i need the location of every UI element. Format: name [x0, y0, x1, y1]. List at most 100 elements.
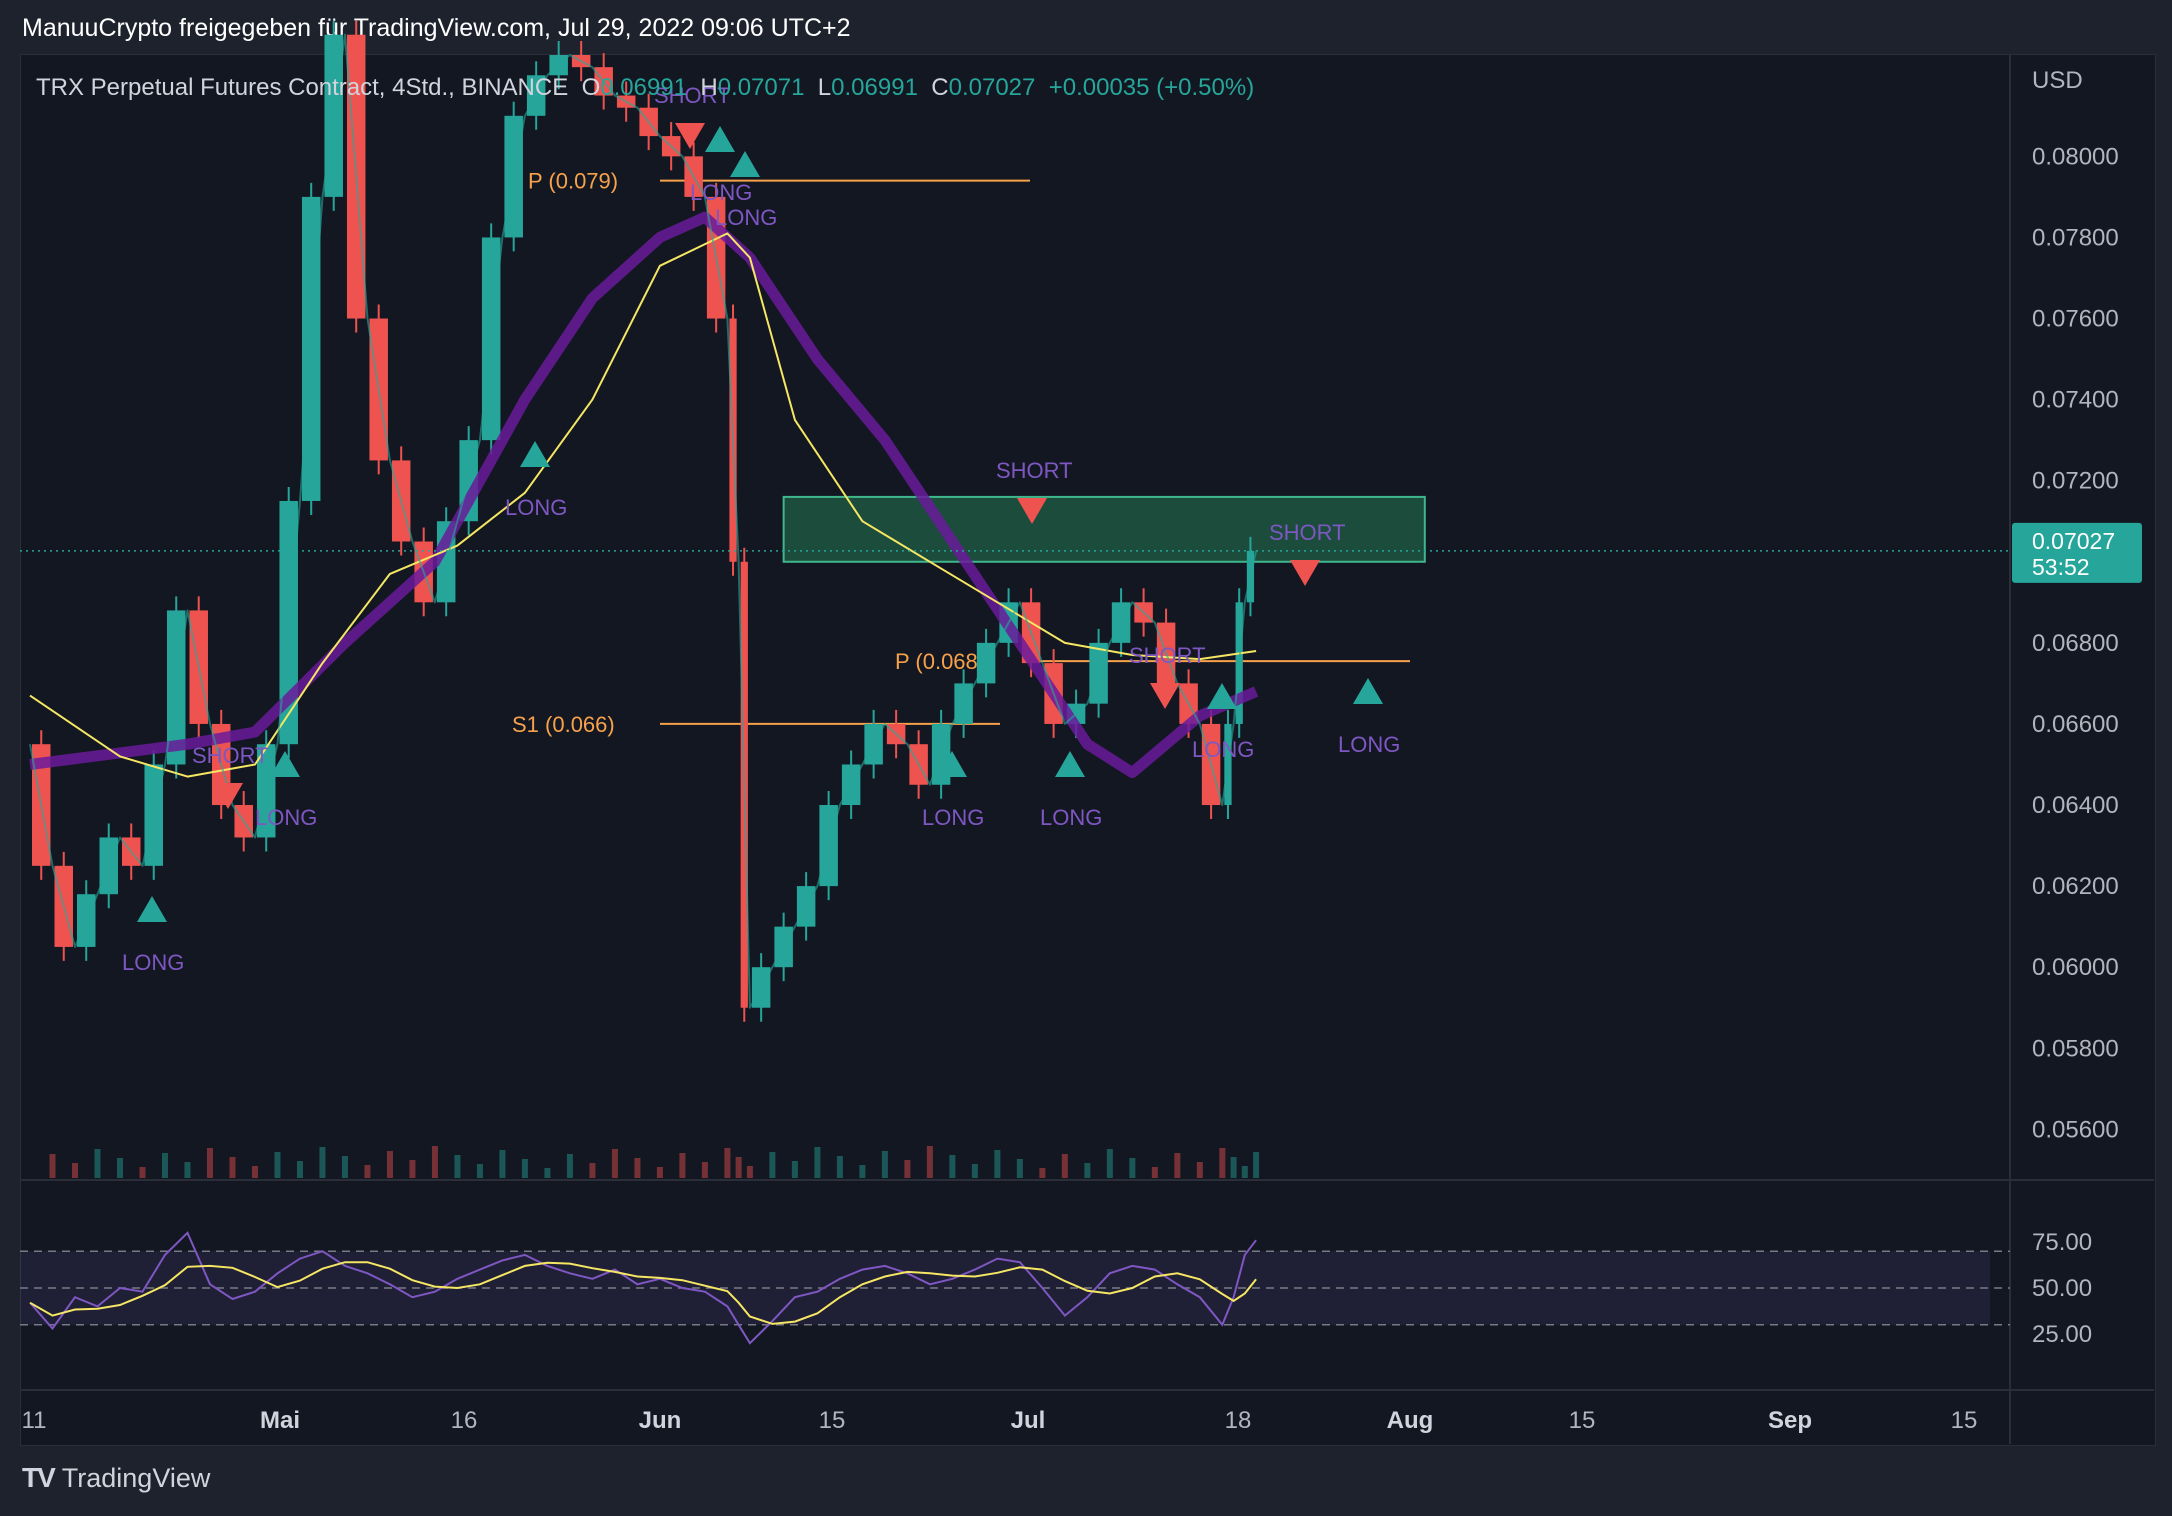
- volume-bar: [1084, 1163, 1091, 1178]
- long-signal-label: LONG: [1192, 737, 1254, 762]
- brand-name: TradingView: [61, 1462, 211, 1493]
- volume-bar: [94, 1149, 101, 1178]
- time-tick-label: Aug: [1387, 1407, 1434, 1434]
- high-label: H: [700, 74, 718, 101]
- time-tick-label: 16: [451, 1407, 478, 1434]
- long-signal-label: LONG: [1338, 732, 1400, 757]
- volume-bar: [1106, 1149, 1113, 1178]
- volume-bar: [1151, 1167, 1158, 1178]
- long-signal-label: LONG: [255, 805, 317, 830]
- low-value: 0.06991: [831, 74, 918, 101]
- symbol-name: TRX Perpetual Futures Contract, 4Std., B…: [36, 74, 569, 101]
- long-signal-label: LONG: [690, 180, 752, 205]
- volume-bar: [454, 1155, 461, 1178]
- volume-bar: [679, 1153, 686, 1178]
- time-tick-label: Mai: [260, 1407, 300, 1434]
- pivot-label: P (0.079): [528, 169, 618, 194]
- long-signal-label: LONG: [715, 205, 777, 230]
- long-signal-triangle-icon: [520, 441, 550, 467]
- long-signal-triangle-icon: [1353, 678, 1383, 704]
- volume-bar: [634, 1158, 641, 1178]
- open-label: O: [581, 74, 601, 101]
- volume-bar: [274, 1152, 281, 1178]
- time-tick-label: 15: [819, 1407, 846, 1434]
- short-signal-label: SHORT: [1129, 643, 1206, 668]
- volume-bar: [499, 1150, 506, 1178]
- volume-bar: [814, 1147, 821, 1178]
- short-signal-label: SHORT: [996, 458, 1073, 483]
- time-tick-label: Sep: [1768, 1407, 1812, 1434]
- price-tick-label: 0.08000: [2032, 143, 2119, 170]
- short-signal-triangle-icon: [1150, 683, 1180, 709]
- volume-bar: [544, 1168, 551, 1178]
- volume-bar: [1230, 1157, 1237, 1178]
- volume-bar: [836, 1156, 843, 1178]
- volume-bar: [949, 1155, 956, 1178]
- volume-bar: [431, 1146, 438, 1178]
- volume-bar: [364, 1165, 371, 1178]
- volume-bar: [1016, 1159, 1023, 1178]
- volume-bar: [859, 1165, 866, 1178]
- volume-bar: [229, 1157, 236, 1178]
- symbol-legend: TRX Perpetual Futures Contract, 4Std., B…: [36, 74, 1254, 102]
- price-tick-label: 0.07200: [2032, 468, 2119, 495]
- price-tick-label: 0.05600: [2032, 1116, 2119, 1143]
- volume-bar: [1174, 1153, 1181, 1178]
- close-value: 0.07027: [948, 74, 1036, 101]
- volume-bar: [139, 1167, 146, 1178]
- volume-bar: [746, 1166, 753, 1178]
- volume-bar: [251, 1166, 258, 1178]
- price-axis-currency: USD: [2032, 67, 2083, 94]
- rsi-tick-label: 50.00: [2032, 1275, 2092, 1302]
- volume-bar: [1061, 1154, 1068, 1178]
- tradingview-brand[interactable]: TV TradingView: [22, 1462, 210, 1494]
- price-tick-label: 0.06800: [2032, 630, 2119, 657]
- time-tick-label: 18: [1225, 1407, 1252, 1434]
- pivot-label: P (0.068): [895, 649, 985, 674]
- long-signal-triangle-icon: [137, 896, 167, 922]
- chart-svg[interactable]: P (0.079)P (0.068)S1 (0.066) LONGSHORTLO…: [0, 0, 2172, 1516]
- volume-bar: [881, 1151, 888, 1178]
- rsi-tick-label: 25.00: [2032, 1321, 2092, 1348]
- volume-bar: [971, 1164, 978, 1178]
- price-tick-label: 0.07800: [2032, 224, 2119, 251]
- long-signal-triangle-icon: [705, 126, 735, 152]
- time-tick-label: Jun: [639, 1407, 682, 1434]
- volume-bar: [341, 1156, 348, 1178]
- volume-bar: [296, 1161, 303, 1178]
- volume-bar: [319, 1147, 326, 1178]
- tradingview-logo-icon: TV: [22, 1462, 56, 1493]
- time-tick-label: 15: [1951, 1407, 1978, 1434]
- volume-bar: [701, 1162, 708, 1178]
- volume-bar: [161, 1153, 168, 1178]
- volume-bar: [735, 1157, 742, 1178]
- short-signal-label: SHORT: [192, 743, 269, 768]
- volume-bar: [386, 1151, 393, 1178]
- volume-bar: [566, 1154, 573, 1178]
- close-label: C: [931, 74, 949, 101]
- long-signal-label: LONG: [505, 495, 567, 520]
- short-signal-label: SHORT: [1269, 520, 1346, 545]
- volume-bar: [1253, 1152, 1260, 1178]
- bar-countdown: 53:52: [2032, 554, 2090, 580]
- volume-bar: [409, 1160, 416, 1178]
- long-signal-label: LONG: [1040, 805, 1102, 830]
- price-tick-label: 0.06400: [2032, 792, 2119, 819]
- volume-bar: [994, 1150, 1001, 1178]
- rsi-tick-label: 75.00: [2032, 1229, 2092, 1256]
- volume-bar: [769, 1152, 776, 1178]
- long-signal-label: LONG: [922, 805, 984, 830]
- price-tick-label: 0.07400: [2032, 387, 2119, 414]
- last-price-value: 0.07027: [2032, 528, 2115, 554]
- volume-bar: [1219, 1148, 1226, 1178]
- volume-bar: [611, 1149, 618, 1178]
- long-signal-triangle-icon: [730, 151, 760, 177]
- volume-bar: [476, 1164, 483, 1178]
- open-value: 0.06991: [600, 74, 687, 101]
- time-tick-label: 11: [22, 1407, 47, 1434]
- volume-bar: [521, 1159, 528, 1178]
- volume-bar: [71, 1163, 78, 1178]
- time-tick-label: Jul: [1011, 1407, 1046, 1434]
- volume-bar: [656, 1167, 663, 1178]
- change-value: +0.00035 (+0.50%): [1048, 74, 1255, 101]
